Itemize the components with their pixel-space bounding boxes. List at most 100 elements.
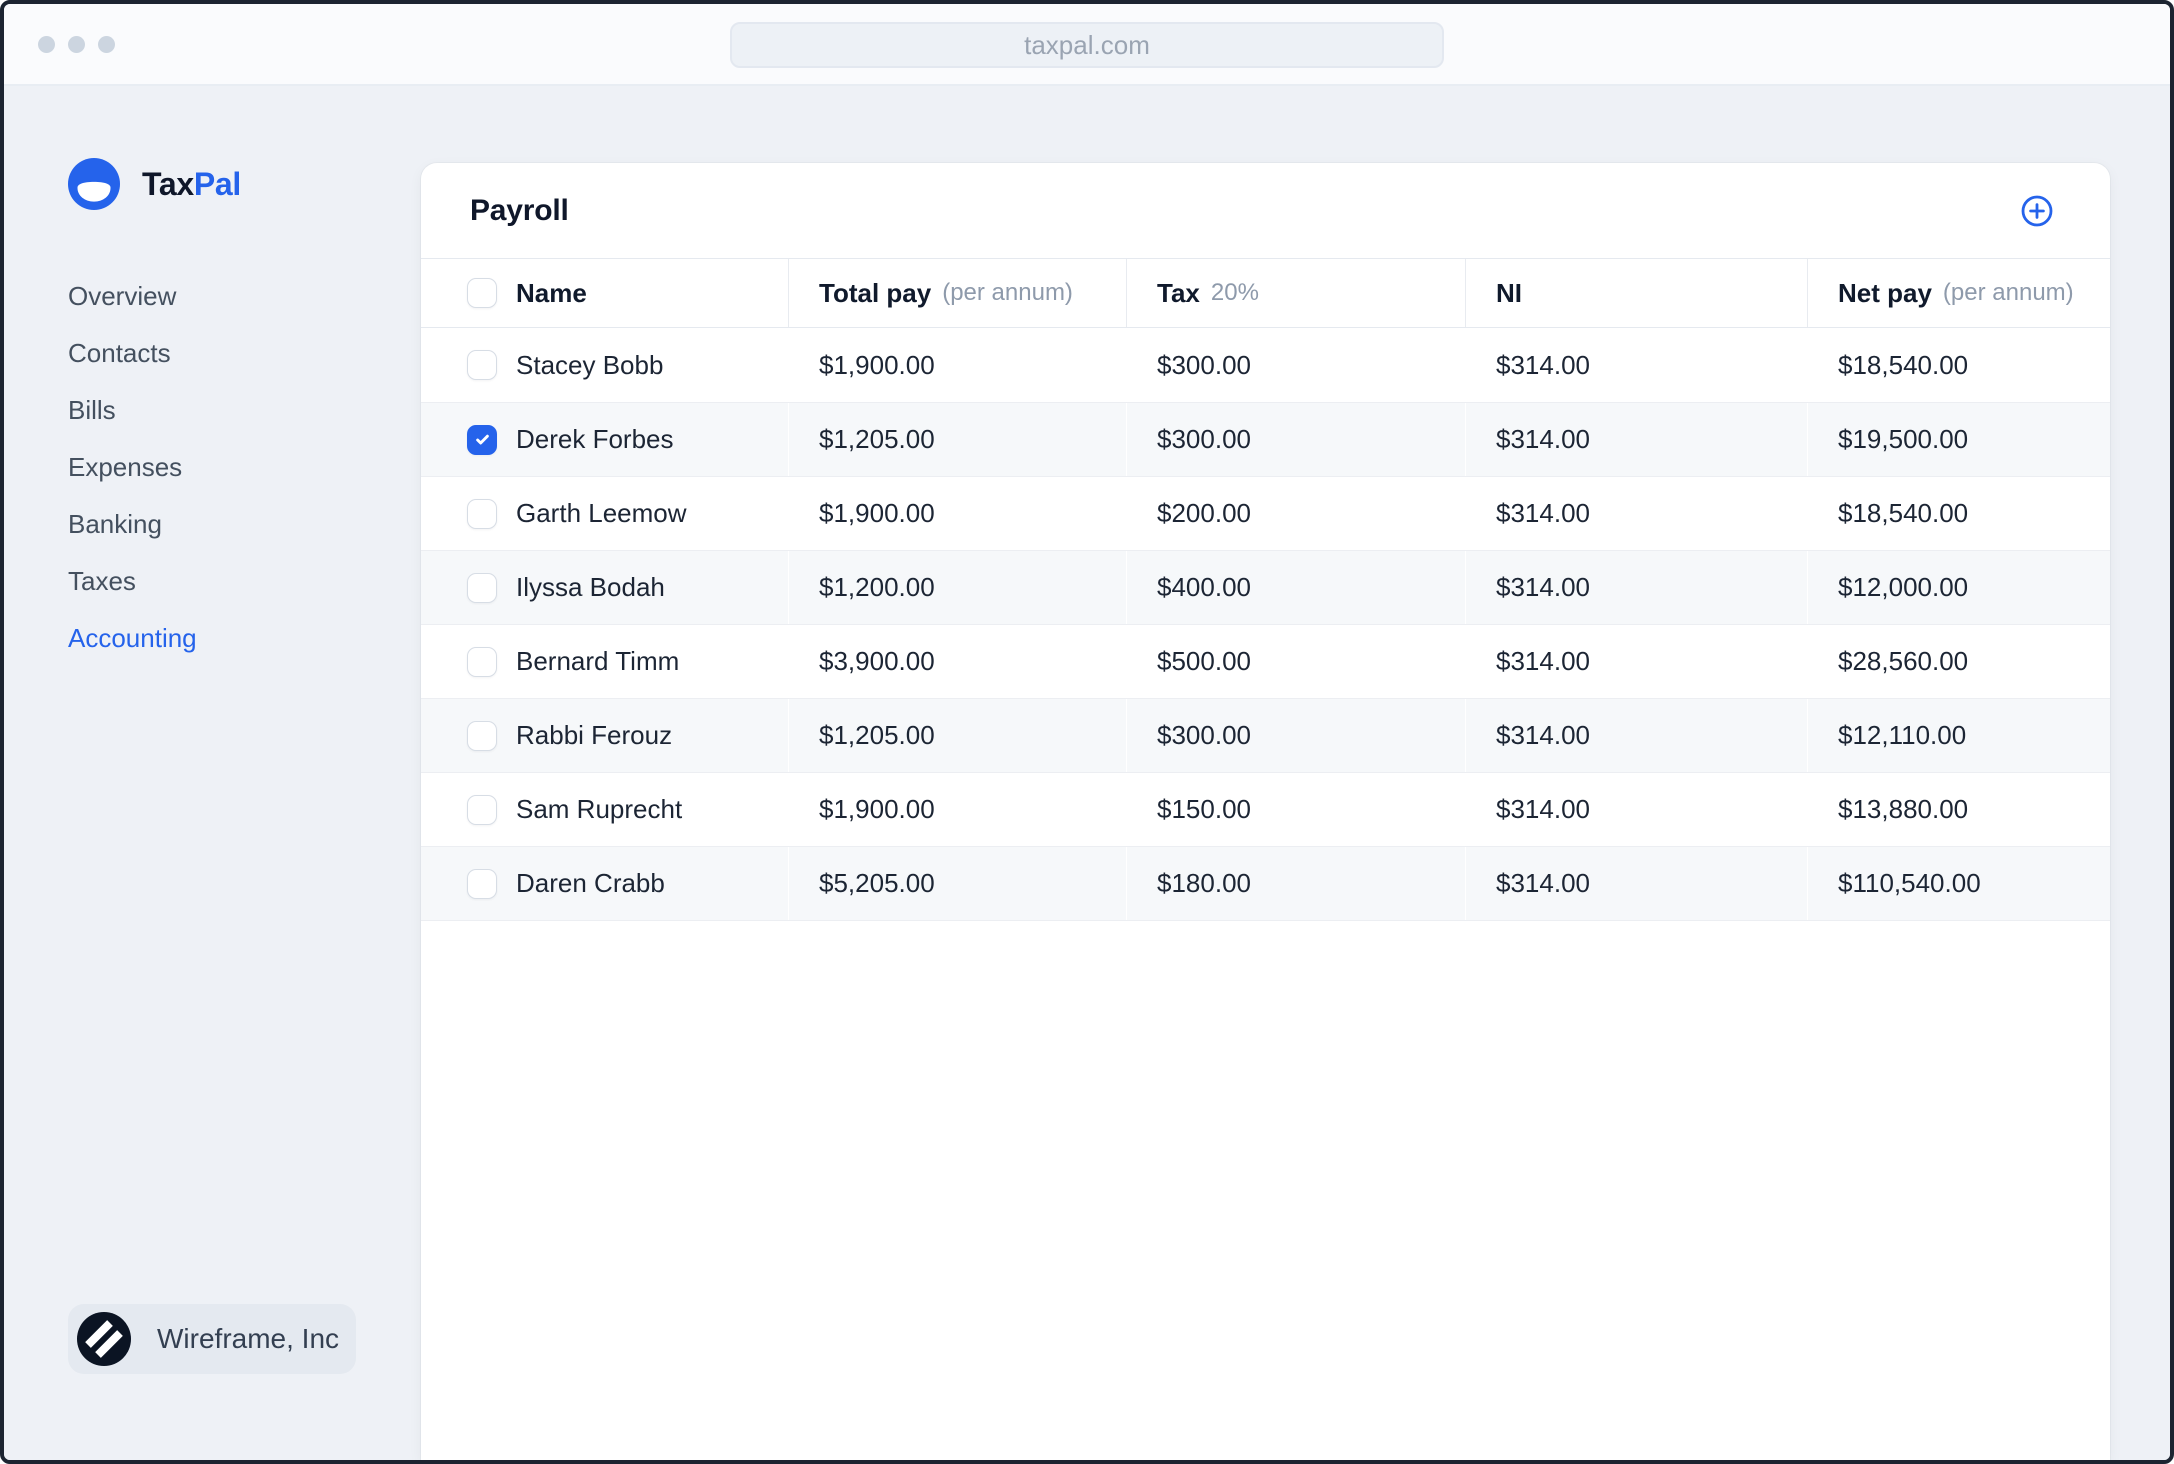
plus-circle-icon [2021,195,2053,226]
name-cell: Bernard Timm [421,625,788,698]
row-checkbox[interactable] [467,498,497,529]
net-pay-cell: $28,560.00 [1838,646,1969,676]
sidebar-item-taxes[interactable]: Taxes [68,553,421,610]
column-label: Total pay [819,277,932,308]
sidebar-item-bills[interactable]: Bills [68,382,421,439]
net-pay-cell: $110,540.00 [1807,847,2110,920]
total-pay-cell: $1,900.00 [819,349,935,380]
tax-cell: $300.00 [1126,403,1465,476]
table-row[interactable]: Derek Forbes $1,205.00 $300.00 $314.00 $19,5… [421,402,2110,476]
column-label: Tax [1157,277,1200,308]
column-header-ni: NI [1465,259,1807,327]
net-pay-cell: $12,110.00 [1807,699,2110,772]
brand-logo[interactable]: TaxPal [68,158,421,210]
column-header-tax: Tax 20% [1126,259,1465,327]
select-all-checkbox[interactable] [467,278,497,308]
net-pay-cell: $18,540.00 [1838,349,1969,380]
name-cell: Stacey Bobb [421,328,788,402]
checkmark-icon [475,434,489,445]
ni-cell: $314.00 [1496,794,1590,824]
tax-cell: $300.00 [1157,349,1251,380]
tax-cell: $300.00 [1126,699,1465,772]
net-pay-cell: $13,880.00 [1838,794,1969,824]
name-cell: Derek Forbes [421,403,788,476]
tax-cell: $150.00 [1157,794,1251,824]
employee-name: Ilyssa Bodah [516,572,665,602]
net-pay-cell: $19,500.00 [1807,403,2110,476]
payroll-card: Payroll Name Total pay (per annum) Tax 20% NI… [421,163,2110,1460]
row-checkbox[interactable] [467,424,497,455]
table-row[interactable]: Ilyssa Bodah $1,200.00 $400.00 $314.00 $12,0… [421,550,2110,624]
sidebar-item-accounting[interactable]: Accounting [68,610,421,667]
column-label: NI [1496,277,1522,308]
ni-cell: $314.00 [1465,403,1807,476]
table-header: Name Total pay (per annum) Tax 20% NI Net pay (… [421,258,2110,328]
name-cell: Daren Crabb [421,847,788,920]
table-row[interactable]: Rabbi Ferouz $1,205.00 $300.00 $314.00 $12,1… [421,698,2110,772]
total-pay-cell: $1,200.00 [788,551,1126,624]
total-pay-cell: $3,900.00 [819,646,935,676]
add-button[interactable] [2020,194,2054,228]
sidebar-nav: Overview Contacts Bills Expenses Banking Taxe… [68,268,421,667]
column-label: Net pay [1838,277,1932,308]
row-checkbox[interactable] [467,646,497,677]
net-pay-cell: $18,540.00 [1838,498,1969,528]
name-cell: Sam Ruprecht [421,773,788,846]
url-text: taxpal.com [1024,29,1150,60]
ni-cell: $314.00 [1465,699,1807,772]
table-row[interactable]: Bernard Timm $3,900.00 $500.00 $314.00 $28,5… [421,624,2110,698]
name-cell: Rabbi Ferouz [421,699,788,772]
tax-cell: $400.00 [1126,551,1465,624]
table-row[interactable]: Stacey Bobb $1,900.00 $300.00 $314.00 $18,54… [421,328,2110,402]
row-checkbox[interactable] [467,720,497,751]
ni-cell: $314.00 [1465,847,1807,920]
total-pay-cell: $1,205.00 [788,699,1126,772]
ni-cell: $314.00 [1496,349,1590,380]
taxpal-logo-icon [68,158,120,210]
employee-name: Sam Ruprecht [516,794,683,824]
total-pay-cell: $1,900.00 [819,794,935,824]
employee-name: Bernard Timm [516,646,680,676]
row-checkbox[interactable] [467,572,497,603]
column-sublabel: (per annum) [1942,279,2074,306]
table-row[interactable]: Garth Leemow $1,900.00 $200.00 $314.00 $18,5… [421,476,2110,550]
employee-name: Rabbi Ferouz [516,720,673,750]
address-bar[interactable]: taxpal.com [730,22,1444,68]
app-window: taxpal.com TaxPal Overview Contacts Bills E… [0,0,2174,1464]
browser-chrome: taxpal.com [4,4,2170,86]
employee-name: Daren Crabb [516,868,665,898]
row-checkbox[interactable] [467,794,497,825]
row-checkbox[interactable] [467,868,497,899]
employee-name: Stacey Bobb [516,349,664,380]
tax-cell: $200.00 [1157,498,1251,528]
table-row[interactable]: Sam Ruprecht $1,900.00 $150.00 $314.00 $13,8… [421,772,2110,846]
sidebar-item-expenses[interactable]: Expenses [68,439,421,496]
name-cell: Ilyssa Bodah [421,551,788,624]
tax-cell: $180.00 [1126,847,1465,920]
ni-cell: $314.00 [1496,498,1590,528]
total-pay-cell: $1,205.00 [788,403,1126,476]
page-title: Payroll [470,193,569,227]
organization-name: Wireframe, Inc [157,1323,340,1354]
organization-badge[interactable]: Wireframe, Inc [68,1304,356,1374]
column-header-net-pay: Net pay (per annum) [1807,259,2110,327]
sidebar-item-banking[interactable]: Banking [68,496,421,553]
row-checkbox[interactable] [467,350,497,380]
window-dot [38,35,55,53]
column-header-total-pay: Total pay (per annum) [788,259,1126,327]
column-label: Name [516,277,587,308]
table-body: Stacey Bobb $1,900.00 $300.00 $314.00 $18,54… [421,328,2110,921]
sidebar-item-contacts[interactable]: Contacts [68,325,421,382]
table-row[interactable]: Daren Crabb $5,205.00 $180.00 $314.00 $110,5… [421,846,2110,920]
card-header: Payroll [421,163,2110,258]
name-cell: Garth Leemow [421,477,788,550]
total-pay-cell: $1,900.00 [819,498,935,528]
main-content: Payroll Name Total pay (per annum) Tax 20% NI… [421,86,2170,1460]
column-sublabel: 20% [1210,279,1259,306]
brand-name: TaxPal [142,165,242,202]
sidebar-item-overview[interactable]: Overview [68,268,421,325]
employee-name: Derek Forbes [516,424,674,454]
sidebar: TaxPal Overview Contacts Bills Expenses Bank… [4,86,421,1460]
net-pay-cell: $12,000.00 [1807,551,2110,624]
wireframe-logo-icon [77,1312,131,1366]
